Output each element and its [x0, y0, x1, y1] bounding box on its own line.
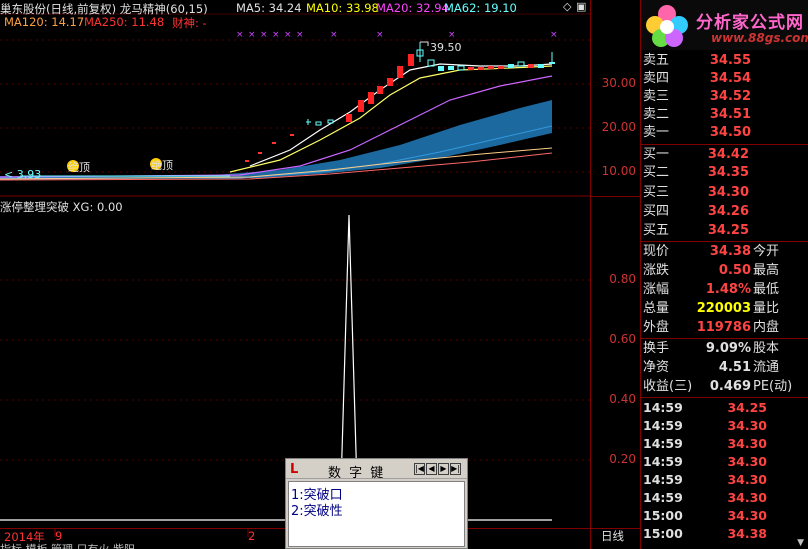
tick-row: 14:59 34.25 [643, 400, 767, 415]
next-page-icon[interactable]: ▶ [438, 463, 449, 475]
axis-ind-080: 0.80 [609, 272, 636, 286]
svg-text:×: × [448, 30, 456, 40]
date-mark-2: 2 [248, 529, 256, 543]
logo-url: www.88gs.com [711, 31, 808, 45]
scroll-down-icon[interactable]: ▼ [797, 538, 804, 548]
svg-text:×: × [248, 30, 256, 40]
low-price-label: < 3.93 [4, 168, 42, 181]
stat-row-turnover: 换手 9.09% 股本 [643, 341, 780, 356]
period-label[interactable]: 日线 [601, 528, 624, 544]
tick-row: 14:59 34.30 [643, 454, 767, 469]
axis-ind-020: 0.20 [609, 452, 636, 466]
bid-row-1: 买一 34.42 [643, 147, 749, 162]
number-key-dialog[interactable]: L 数 字 键 |◀ ◀ ▶ ▶| 1:突破口 2:突破性 [285, 458, 468, 549]
bid-row-4: 买四 34.26 [643, 204, 749, 219]
bottom-tabs[interactable]: 指标 模板 管理 只有火 紫阳 [0, 541, 135, 549]
tick-row: 14:59 34.30 [643, 472, 767, 487]
indicator-title: 涨停整理突破 XG: 0.00 [0, 200, 123, 214]
quote-row-change: 涨跌 0.50 最高 [643, 263, 780, 278]
peak-price-label: 39.50 [430, 41, 462, 54]
svg-text:×: × [272, 30, 280, 40]
quote-row-price: 现价 34.38 今开 [643, 244, 780, 259]
axis-price-30: 30.00 [601, 76, 636, 90]
quote-panel: 分析家公式网 www.88gs.com 卖五 34.55 卖四 34.54 卖三… [640, 0, 808, 549]
axis-ind-060: 0.60 [609, 332, 636, 346]
svg-text:×: × [236, 30, 244, 40]
tick-row: 15:00 34.38 [643, 526, 767, 541]
ask-row-5: 卖五 34.55 [643, 53, 751, 68]
badge-label-1: 绝顶 [68, 161, 90, 174]
stat-row-eps: 收益(三) 0.469 PE(动) [643, 379, 793, 394]
tick-row: 14:59 34.30 [643, 418, 767, 433]
svg-text:×: × [296, 30, 304, 40]
quote-row-outer: 外盘 119786 内盘 [643, 320, 780, 335]
app-logo-icon: L [290, 462, 299, 477]
prev-page-icon[interactable]: ◀ [426, 463, 437, 475]
svg-text:×: × [330, 30, 338, 40]
svg-text:×: × [260, 30, 268, 40]
ma20-label: MA20: 32.94 [376, 1, 449, 15]
quote-row-volume: 总量 220003 量比 [643, 301, 780, 316]
dialog-option[interactable]: 2:突破性 [291, 500, 343, 519]
diamond-icon[interactable]: ◇ [563, 0, 571, 13]
svg-text:×: × [284, 30, 292, 40]
ask-row-4: 卖四 34.54 [643, 71, 751, 86]
tick-row: 14:59 34.30 [643, 436, 767, 451]
indicator-spike [0, 214, 552, 521]
logo-text: 分析家公式网 [696, 13, 804, 33]
ma120-label: MA120: 14.17 [4, 15, 85, 29]
bid-row-5: 买五 34.25 [643, 223, 749, 238]
ask-row-3: 卖三 34.52 [643, 89, 751, 104]
site-logo: 分析家公式网 www.88gs.com [641, 0, 808, 50]
axis-price-10: 10.00 [601, 164, 636, 178]
ma5-label: MA5: 34.24 [236, 1, 302, 15]
ma62-label: MA62: 19.10 [444, 1, 517, 15]
svg-text:×: × [550, 30, 558, 40]
signal-markers: × × × × × × × × × × [236, 30, 558, 40]
first-page-icon[interactable]: |◀ [414, 463, 425, 475]
bid-row-3: 买三 34.30 [643, 185, 749, 200]
svg-text:×: × [376, 30, 384, 40]
caishen-label: 财神: - [172, 16, 207, 30]
ma10-label: MA10: 33.98 [306, 1, 379, 15]
bid-row-2: 买二 34.35 [643, 165, 749, 180]
quote-row-pct: 涨幅 1.48% 最低 [643, 282, 780, 297]
last-page-icon[interactable]: ▶| [450, 463, 461, 475]
ask-row-1: 卖一 34.50 [643, 125, 751, 140]
axis-ind-040: 0.40 [609, 392, 636, 406]
stat-row-netasset: 净资 4.51 流通 [643, 360, 780, 375]
flower-logo-icon [646, 5, 688, 47]
tick-row: 15:00 34.30 [643, 508, 767, 523]
dialog-title: 数 字 键 [328, 466, 386, 481]
dialog-options-list: 1:突破口 2:突破性 [288, 481, 465, 547]
tick-row: 14:59 34.30 [643, 490, 767, 505]
badge-label-2: 绝顶 [151, 159, 173, 172]
price-axis: 30.00 20.00 10.00 0.80 0.60 0.40 0.20 日线 [590, 0, 641, 549]
ma250-label: MA250: 11.48 [84, 15, 165, 29]
axis-price-20: 20.00 [601, 120, 636, 134]
ask-row-2: 卖二 34.51 [643, 107, 751, 122]
dialog-titlebar[interactable]: L 数 字 键 |◀ ◀ ▶ ▶| [286, 459, 467, 481]
close-square-icon[interactable]: ▣ [576, 0, 586, 13]
